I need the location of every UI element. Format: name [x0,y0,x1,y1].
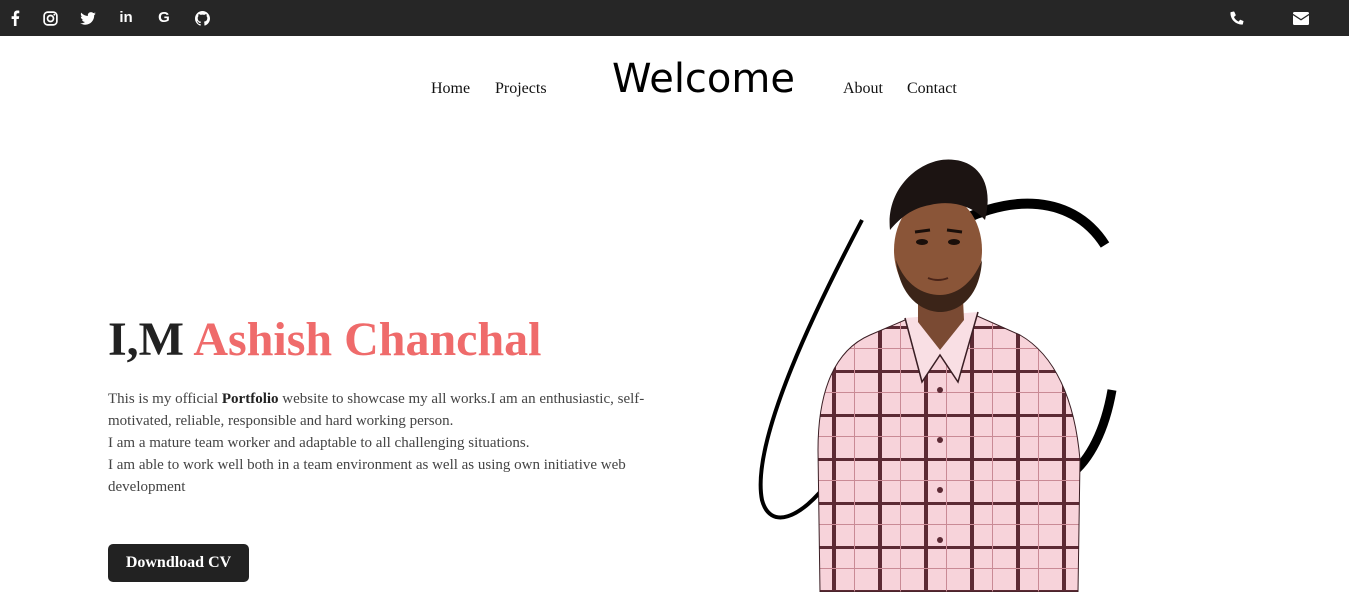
github-icon[interactable] [192,8,212,28]
download-cv-button[interactable]: Downdload CV [108,544,249,582]
bio-1-bold: Portfolio [221,391,279,407]
bio-text: This is my official Portfolio website to… [108,388,648,498]
linkedin-icon[interactable]: in [116,8,136,28]
top-bar: in G [0,0,1349,36]
nav-contact[interactable]: Contact [907,80,957,98]
bio-paragraph-3: I am able to work well both in a team en… [108,457,626,495]
hero-name: Ashish Chanchal [193,313,542,366]
brand-title: Welcome [612,56,795,102]
bio-paragraph-1: This is my official Portfolio website to… [108,388,648,432]
bio-paragraph-2: I am a mature team worker and adaptable … [108,435,530,451]
envelope-icon[interactable] [1291,8,1311,28]
profile-photo [758,159,1117,592]
google-icon[interactable]: G [154,8,174,28]
hero-heading: I,M Ashish Chanchal [108,312,541,368]
twitter-icon[interactable] [78,8,98,28]
instagram-icon[interactable] [40,8,60,28]
nav-projects[interactable]: Projects [495,80,547,98]
phone-icon[interactable] [1227,8,1247,28]
bio-1-before: This is my official [108,391,222,407]
hero-prefix: I,M [108,313,184,366]
facebook-icon[interactable] [5,8,25,28]
nav-home[interactable]: Home [431,80,470,98]
nav-about[interactable]: About [843,80,883,98]
